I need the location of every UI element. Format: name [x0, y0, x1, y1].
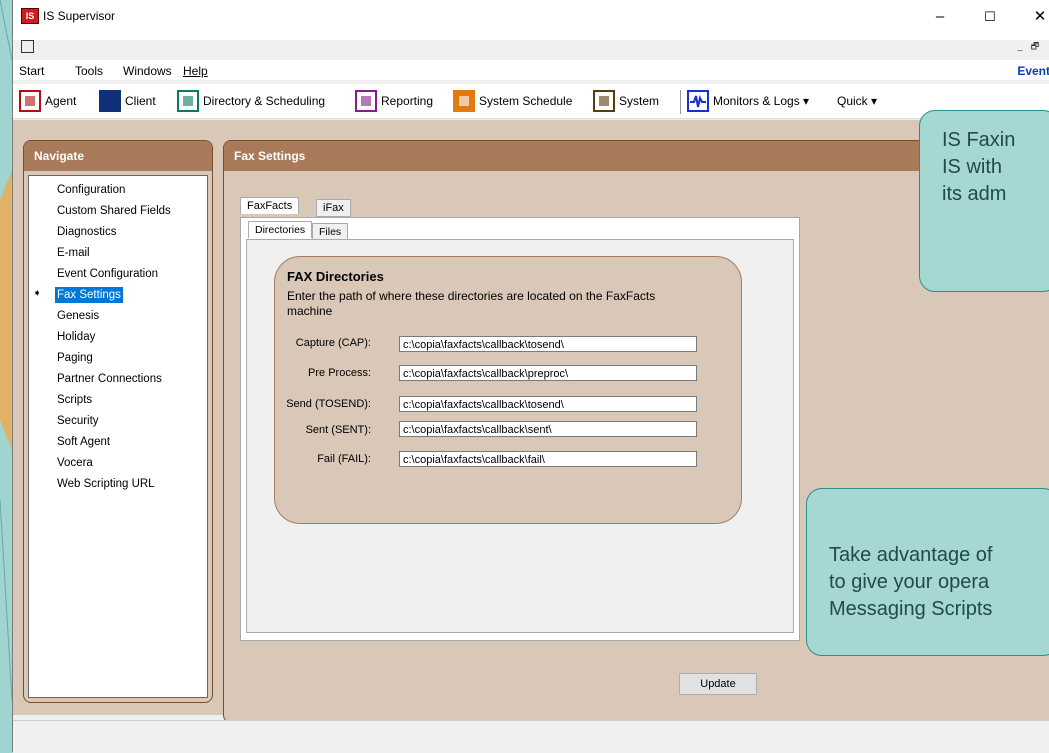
system-label: System: [619, 94, 660, 108]
quick-label: Quick ▾: [837, 94, 878, 108]
tab-ifax[interactable]: iFax: [316, 199, 351, 217]
tab-faxfacts[interactable]: FaxFacts: [240, 197, 300, 214]
preprocess-input[interactable]: c:\copia\faxfacts\callback\preproc\: [399, 365, 697, 381]
nav-item-scripts[interactable]: Scripts: [55, 392, 94, 408]
window-title: IS Supervisor: [43, 9, 116, 23]
menu-start[interactable]: Start: [19, 64, 44, 78]
send-input[interactable]: c:\copia\faxfacts\callback\tosend\: [399, 396, 697, 412]
client-button[interactable]: Client: [99, 87, 156, 115]
navigate-header: Navigate: [24, 141, 212, 171]
clock-icon: [453, 90, 475, 112]
directory-scheduling-button[interactable]: Directory & Scheduling: [177, 87, 325, 115]
toolbar-separator: [680, 90, 681, 114]
mdi-minimize-button[interactable]: _: [1014, 40, 1026, 52]
callout-bottom-line-3: Messaging Scripts: [829, 598, 993, 620]
capture-input[interactable]: c:\copia\faxfacts\callback\tosend\: [399, 336, 697, 352]
directories-tab-page: FAX Directories Enter the path of where …: [246, 239, 794, 633]
preprocess-label: Pre Process:: [308, 367, 371, 379]
update-button[interactable]: Update: [679, 673, 757, 695]
computer-icon: [593, 90, 615, 112]
mdi-restore-button[interactable]: 🗗: [1029, 40, 1041, 52]
nav-item-soft-agent[interactable]: Soft Agent: [55, 434, 112, 450]
menu-help[interactable]: Help: [183, 64, 208, 78]
pulse-icon: [687, 90, 709, 112]
client-label: Client: [125, 94, 156, 108]
navigate-panel: Navigate Configuration Custom Shared Fie…: [23, 140, 213, 703]
tab-directories[interactable]: Directories: [248, 221, 313, 238]
nav-item-configuration[interactable]: Configuration: [55, 182, 127, 198]
nav-item-custom-shared-fields[interactable]: Custom Shared Fields: [55, 203, 173, 219]
callout-top-line-2: IS with: [942, 156, 1003, 178]
reporting-icon: [355, 90, 377, 112]
agent-button[interactable]: Agent: [19, 87, 76, 115]
directory-label: Directory & Scheduling: [203, 94, 326, 108]
nav-item-holiday[interactable]: Holiday: [55, 329, 97, 345]
app-icon: IS: [21, 8, 39, 24]
close-button[interactable]: ✕: [1017, 4, 1049, 30]
info-callout-bottom: Take advantage of to give your opera Mes…: [806, 488, 1049, 656]
reporting-label: Reporting: [381, 94, 434, 108]
capture-label: Capture (CAP):: [295, 337, 371, 349]
agent-label: Agent: [45, 94, 77, 108]
send-label: Send (TOSEND):: [286, 398, 371, 410]
fail-label: Fail (FAIL):: [317, 453, 371, 465]
selected-arrow-icon: ➧: [33, 288, 42, 299]
system-button[interactable]: System: [593, 87, 659, 115]
nav-item-paging[interactable]: Paging: [55, 350, 95, 366]
toolbar: Agent Client Directory & Scheduling Repo…: [13, 84, 1049, 119]
agent-icon: [19, 90, 41, 112]
maximize-button[interactable]: ☐: [967, 4, 1013, 30]
nav-item-email[interactable]: E-mail: [55, 245, 92, 261]
sent-input[interactable]: c:\copia\faxfacts\callback\sent\: [399, 421, 697, 437]
menu-windows[interactable]: Windows: [123, 64, 172, 78]
callout-top-line-3: its adm: [942, 183, 1007, 205]
mdi-system-menu-icon[interactable]: [21, 40, 34, 53]
nav-item-diagnostics[interactable]: Diagnostics: [55, 224, 118, 240]
client-icon: [99, 90, 121, 112]
events-link[interactable]: Event: [1017, 64, 1049, 78]
directory-icon: [177, 90, 199, 112]
system-schedule-button[interactable]: System Schedule: [453, 87, 572, 115]
monitors-logs-button[interactable]: Monitors & Logs ▾: [687, 87, 809, 115]
fail-input[interactable]: c:\copia\faxfacts\callback\fail\: [399, 451, 697, 467]
navigate-list: Configuration Custom Shared Fields Diagn…: [28, 175, 208, 698]
info-callout-top: IS Faxin IS with its adm: [919, 110, 1049, 292]
nav-item-event-configuration[interactable]: Event Configuration: [55, 266, 160, 282]
nav-item-web-scripting-url[interactable]: Web Scripting URL: [55, 476, 157, 492]
title-bar: IS IS Supervisor – ☐ ✕: [13, 0, 1049, 40]
minimize-button[interactable]: –: [917, 4, 963, 30]
nav-item-partner-connections[interactable]: Partner Connections: [55, 371, 164, 387]
nav-item-security[interactable]: Security: [55, 413, 101, 429]
fax-directories-description: Enter the path of where these directorie…: [287, 289, 656, 318]
sent-label: Sent (SENT):: [305, 424, 371, 436]
nav-item-vocera[interactable]: Vocera: [55, 455, 95, 471]
callout-bottom-line-1: Take advantage of: [829, 544, 993, 566]
system-schedule-label: System Schedule: [479, 94, 573, 108]
menu-bar: Start Tools Windows Help Event: [13, 60, 1049, 80]
fax-directories-title: FAX Directories: [287, 269, 384, 284]
reporting-button[interactable]: Reporting: [355, 87, 433, 115]
status-bar: [13, 720, 1049, 753]
callout-top-line-1: IS Faxin: [942, 129, 1016, 151]
nav-item-fax-settings[interactable]: Fax Settings: [55, 287, 123, 303]
quick-button[interactable]: Quick ▾: [837, 87, 877, 115]
monitors-logs-label: Monitors & Logs ▾: [713, 94, 810, 108]
callout-bottom-line-2: to give your opera: [829, 571, 990, 593]
fax-directories-group: FAX Directories Enter the path of where …: [274, 256, 742, 524]
menu-tools[interactable]: Tools: [75, 64, 103, 78]
nav-item-genesis[interactable]: Genesis: [55, 308, 101, 324]
